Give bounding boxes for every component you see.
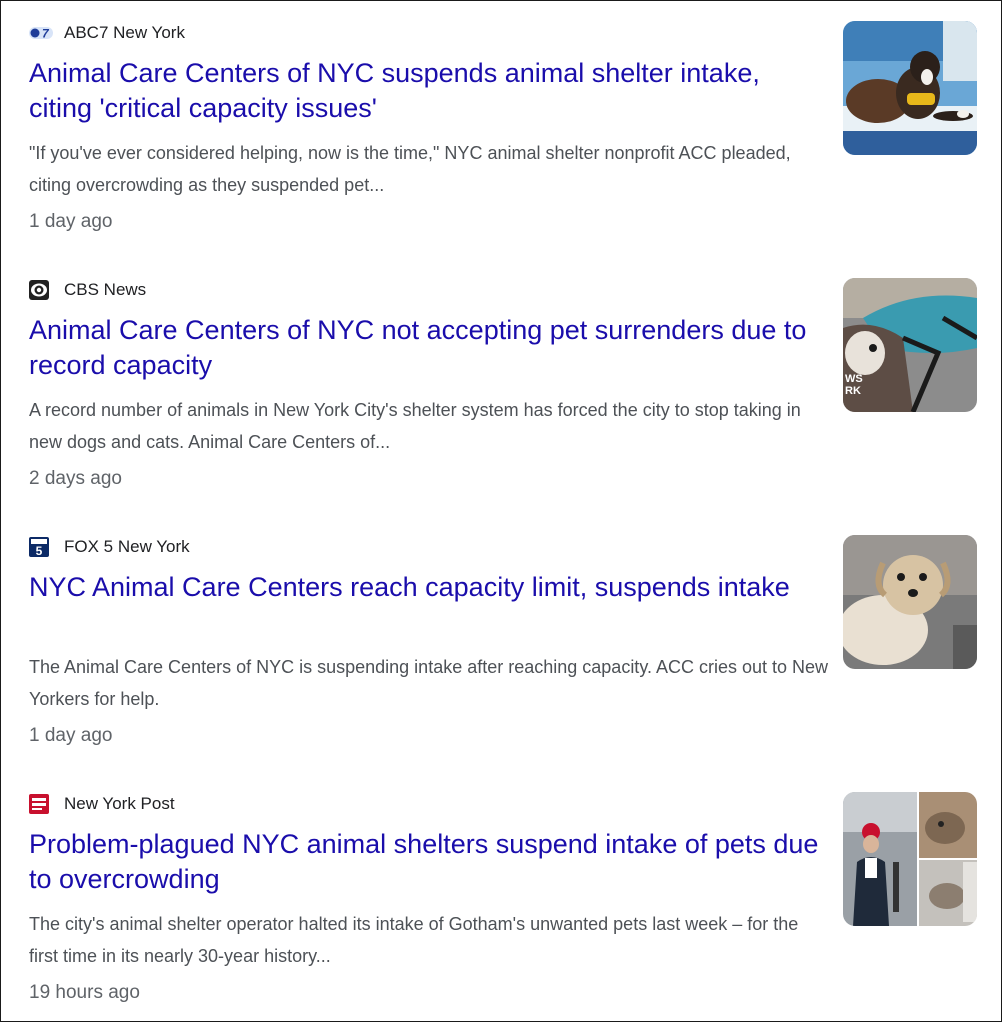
dog-in-adopt-me-vest-photo[interactable]: WS RK bbox=[843, 278, 977, 412]
scruffy-dog-photo[interactable] bbox=[843, 535, 977, 669]
headline-link[interactable]: Animal Care Centers of NYC suspends anim… bbox=[29, 56, 829, 126]
news-source: New York Post bbox=[29, 792, 175, 816]
svg-text:5: 5 bbox=[36, 544, 43, 557]
fox5-logo-icon: 5 bbox=[29, 537, 53, 557]
cbs-eye-logo-icon bbox=[29, 280, 53, 300]
abc7-logo-icon: 7 bbox=[29, 23, 53, 43]
news-source: 5 FOX 5 New York bbox=[29, 535, 190, 559]
news-source: 7 ABC7 New York bbox=[29, 21, 185, 45]
nypost-logo-icon bbox=[29, 794, 53, 814]
timestamp: 1 day ago bbox=[29, 211, 113, 232]
timestamp: 19 hours ago bbox=[29, 982, 140, 1003]
news-card: 7 ABC7 New York Animal Care Centers of N… bbox=[1, 1, 1001, 258]
headline-link[interactable]: Animal Care Centers of NYC not accepting… bbox=[29, 313, 829, 383]
news-card: CBS News Animal Care Centers of NYC not … bbox=[1, 258, 1001, 515]
news-source: CBS News bbox=[29, 278, 146, 302]
source-name: ABC7 New York bbox=[64, 23, 185, 42]
news-card: 5 FOX 5 New York NYC Animal Care Centers… bbox=[1, 515, 1001, 772]
source-name: New York Post bbox=[64, 794, 175, 813]
timestamp: 1 day ago bbox=[29, 725, 113, 746]
article-snippet: The city's animal shelter operator halte… bbox=[29, 914, 799, 966]
source-name: FOX 5 New York bbox=[64, 537, 190, 556]
source-name: CBS News bbox=[64, 280, 147, 299]
press-conference-and-cats-collage-photo[interactable] bbox=[843, 792, 977, 926]
headline-link[interactable]: Problem-plagued NYC animal shelters susp… bbox=[29, 827, 829, 897]
article-snippet: The Animal Care Centers of NYC is suspen… bbox=[29, 657, 829, 709]
news-card: New York Post Problem-plagued NYC animal… bbox=[1, 772, 1001, 1029]
news-results-panel: 7 ABC7 New York Animal Care Centers of N… bbox=[0, 0, 1002, 1022]
timestamp: 2 days ago bbox=[29, 468, 122, 489]
svg-text:RK: RK bbox=[845, 385, 861, 397]
article-snippet: "If you've ever considered helping, now … bbox=[29, 143, 791, 195]
dog-on-pool-float-photo[interactable] bbox=[843, 21, 977, 155]
article-snippet: A record number of animals in New York C… bbox=[29, 400, 801, 452]
headline-link[interactable]: NYC Animal Care Centers reach capacity l… bbox=[29, 570, 829, 605]
svg-text:WS: WS bbox=[845, 373, 863, 385]
